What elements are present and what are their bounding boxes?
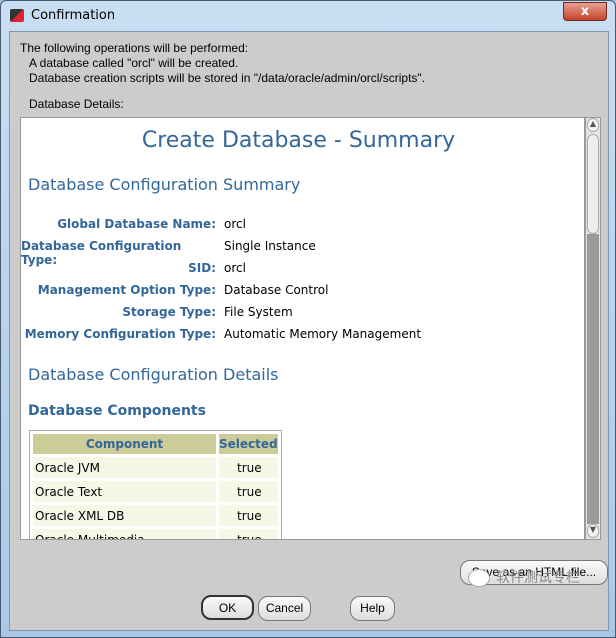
field-label: Management Option Type: — [37, 283, 216, 297]
scrollbar-track[interactable] — [587, 234, 599, 524]
dialog-window: Confirmation x The following operations … — [0, 0, 616, 638]
details-label: Database Details: — [29, 97, 124, 111]
component-cell: Oracle XML DB — [33, 505, 216, 526]
window-title: Confirmation — [31, 8, 116, 23]
component-cell: Oracle Text — [33, 481, 216, 502]
ok-button[interactable]: OK — [201, 595, 254, 620]
summary-panel: Create Database - Summary Database Confi… — [20, 117, 585, 540]
config-details-heading: Database Configuration Details — [28, 365, 279, 384]
close-button[interactable]: x — [563, 2, 607, 21]
app-icon — [10, 9, 24, 22]
vertical-scrollbar[interactable]: ▲ ▼ — [585, 117, 601, 540]
scrollbar-thumb[interactable] — [587, 134, 599, 234]
watermark: 软件测试专栏 — [468, 567, 580, 587]
watermark-text: 软件测试专栏 — [496, 570, 580, 586]
dialog-body: The following operations will be perform… — [9, 31, 609, 631]
field-value: Single Instance — [224, 239, 316, 253]
field-label: Storage Type: — [122, 305, 216, 319]
field-value: File System — [224, 305, 293, 319]
scroll-down-arrow-icon[interactable]: ▼ — [587, 524, 599, 538]
field-label: Global Database Name: — [57, 217, 216, 231]
component-cell: Oracle JVM — [33, 457, 216, 478]
components-table: Component Selected Oracle JVM true Oracle … — [29, 430, 282, 539]
selected-cell: true — [219, 529, 278, 539]
field-value: Database Control — [224, 283, 329, 297]
summary-title: Create Database - Summary — [141, 128, 456, 153]
table-row: Oracle Multimedia true — [33, 529, 278, 539]
scroll-up-arrow-icon[interactable]: ▲ — [587, 118, 599, 132]
selected-cell: true — [219, 481, 278, 502]
message-line: A database called "orcl" will be created… — [29, 56, 239, 70]
help-button[interactable]: Help — [350, 596, 395, 621]
title-bar[interactable]: Confirmation x — [1, 1, 616, 31]
field-label: SID: — [188, 261, 216, 275]
field-label: Memory Configuration Type: — [24, 327, 216, 341]
cancel-button[interactable]: Cancel — [258, 596, 311, 621]
table-row: Oracle XML DB true — [33, 505, 278, 526]
column-header: Component — [33, 434, 216, 454]
field-value: orcl — [224, 217, 246, 231]
wechat-icon — [468, 569, 490, 587]
message-line: Database creation scripts will be stored… — [29, 71, 426, 85]
table-row: Oracle JVM true — [33, 457, 278, 478]
table-row: Oracle Text true — [33, 481, 278, 502]
field-value: Automatic Memory Management — [224, 327, 422, 341]
selected-cell: true — [219, 457, 278, 478]
components-heading: Database Components — [28, 403, 206, 419]
selected-cell: true — [219, 505, 278, 526]
column-header: Selected — [219, 434, 278, 454]
field-value: orcl — [224, 261, 246, 275]
component-cell: Oracle Multimedia — [33, 529, 216, 539]
field-label: Database Configuration Type: — [21, 239, 182, 267]
intro-text: The following operations will be perform… — [20, 41, 249, 55]
config-summary-heading: Database Configuration Summary — [28, 175, 301, 194]
